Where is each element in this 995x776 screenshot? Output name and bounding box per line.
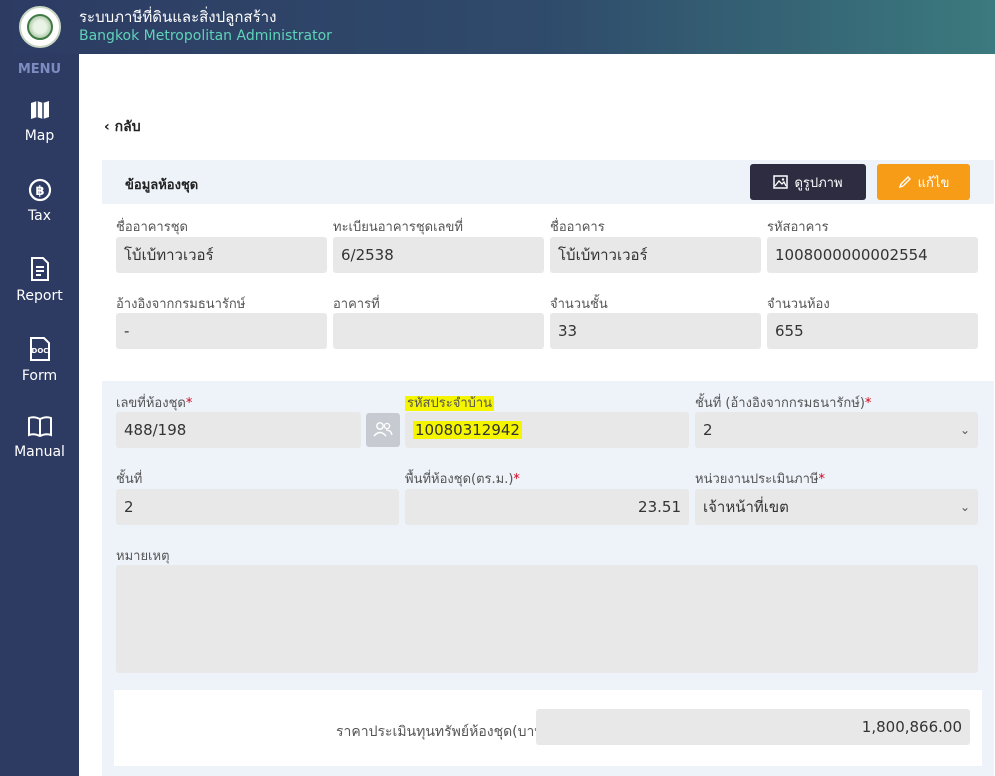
doc-file-icon: DOC bbox=[29, 337, 50, 361]
treasury-ref-field: - bbox=[116, 313, 327, 349]
room-count-label: จำนวนห้อง bbox=[767, 297, 830, 312]
floor-count-label: จำนวนชั้น bbox=[550, 297, 608, 312]
appraisal-field: 1,800,866.00 bbox=[536, 709, 970, 745]
agency-label: หน่วยงานประเมินภาษี* bbox=[695, 472, 825, 487]
bma-logo-icon bbox=[19, 6, 61, 48]
agency-select[interactable]: เจ้าหน้าที่เขต ⌄ bbox=[695, 489, 978, 525]
house-code-field[interactable]: 10080312942 bbox=[405, 412, 689, 448]
house-code-label: รหัสประจำบ้าน bbox=[405, 396, 495, 411]
svg-text:฿: ฿ bbox=[35, 184, 44, 199]
baht-coin-icon: ฿ bbox=[28, 178, 51, 202]
floor-count-field: 33 bbox=[550, 313, 761, 349]
unit-details-section: เลขที่ห้องชุด* 488/198 รหัสประจำบ้าน 100… bbox=[102, 381, 994, 776]
menu-label: MENU bbox=[17, 62, 62, 77]
sidebar: MENU Map ฿ Tax Report DOC Form Manual bbox=[0, 54, 79, 776]
app-title: ระบบภาษีที่ดินและสิ่งปลูกสร้าง bbox=[79, 8, 277, 26]
building-name-field: โบ้เบ้ทาวเวอร์ bbox=[116, 237, 327, 273]
sidebar-item-label: Map bbox=[24, 128, 55, 144]
users-icon bbox=[373, 422, 393, 437]
condo-info-card: ข้อมูลห้องชุด ดูรูปภาพ แก้ไข ชื่ออาคารชุ… bbox=[102, 160, 994, 776]
registration-no-field: 6/2538 bbox=[333, 237, 544, 273]
sidebar-item-form[interactable]: DOC Form bbox=[0, 336, 79, 406]
remark-label: หมายเหตุ bbox=[116, 549, 170, 564]
room-no-label: เลขที่ห้องชุด* bbox=[116, 396, 193, 411]
registration-no-label: ทะเบียนอาคารชุดเลขที่ bbox=[333, 220, 463, 235]
area-label: พื้นที่ห้องชุด(ตร.ม.)* bbox=[405, 472, 520, 487]
room-no-field[interactable]: 488/198 bbox=[116, 412, 361, 448]
owner-lookup-button[interactable] bbox=[366, 413, 400, 447]
app-header: ระบบภาษีที่ดินและสิ่งปลูกสร้าง Bangkok M… bbox=[0, 0, 995, 54]
building-no-field bbox=[333, 313, 544, 349]
building-code-label: รหัสอาคาร bbox=[767, 220, 829, 235]
sidebar-item-label: Form bbox=[21, 368, 58, 384]
remark-textarea[interactable] bbox=[116, 565, 978, 673]
appraisal-label: ราคาประเมินทุนทรัพย์ห้องชุด(บาท) bbox=[336, 724, 550, 740]
chevron-down-icon: ⌄ bbox=[959, 423, 970, 437]
main-content: ‹ กลับ ข้อมูลห้องชุด ดูรูปภาพ แก้ไข ชื่อ… bbox=[79, 54, 995, 776]
floor-ref-select[interactable]: 2 ⌄ bbox=[695, 412, 978, 448]
chevron-left-icon: ‹ bbox=[104, 119, 110, 135]
sidebar-item-manual[interactable]: Manual bbox=[0, 414, 79, 484]
floor-label: ชั้นที่ bbox=[116, 472, 143, 487]
sidebar-item-map[interactable]: Map bbox=[0, 98, 79, 168]
card-header: ข้อมูลห้องชุด ดูรูปภาพ แก้ไข bbox=[102, 160, 994, 204]
sidebar-item-report[interactable]: Report bbox=[0, 256, 79, 326]
appraisal-box: ราคาประเมินทุนทรัพย์ห้องชุด(บาท) 1,800,8… bbox=[114, 690, 982, 766]
building-no-label: อาคารที่ bbox=[333, 297, 380, 312]
sidebar-item-tax[interactable]: ฿ Tax bbox=[0, 178, 79, 248]
app-subtitle: Bangkok Metropolitan Administrator bbox=[79, 28, 332, 44]
svg-text:DOC: DOC bbox=[31, 347, 48, 355]
view-image-button[interactable]: ดูรูปภาพ bbox=[750, 164, 866, 200]
edit-button[interactable]: แก้ไข bbox=[877, 164, 970, 200]
image-icon bbox=[773, 175, 789, 189]
sidebar-item-label: Report bbox=[16, 288, 63, 304]
back-link[interactable]: ‹ กลับ bbox=[104, 116, 141, 138]
tower-name-label: ชื่ออาคาร bbox=[550, 220, 605, 235]
report-document-icon bbox=[30, 257, 49, 281]
building-name-label: ชื่ออาคารชุด bbox=[116, 220, 188, 235]
floor-ref-label: ชั้นที่ (อ้างอิงจากกรมธนารักษ์)* bbox=[695, 396, 872, 411]
pencil-icon bbox=[898, 176, 911, 189]
chevron-down-icon: ⌄ bbox=[959, 500, 970, 514]
room-count-field: 655 bbox=[767, 313, 978, 349]
map-icon bbox=[30, 101, 49, 119]
sidebar-item-label: Manual bbox=[14, 444, 65, 460]
book-icon bbox=[27, 416, 52, 438]
tower-name-field: โบ้เบ้ทาวเวอร์ bbox=[550, 237, 761, 273]
floor-field[interactable]: 2 bbox=[116, 489, 399, 525]
sidebar-item-label: Tax bbox=[27, 208, 52, 224]
card-title: ข้อมูลห้องชุด bbox=[125, 178, 199, 193]
treasury-ref-label: อ้างอิงจากกรมธนารักษ์ bbox=[116, 297, 246, 312]
area-field[interactable]: 23.51 bbox=[405, 489, 689, 525]
building-code-field: 1008000000002554 bbox=[767, 237, 978, 273]
back-label: กลับ bbox=[114, 119, 141, 135]
